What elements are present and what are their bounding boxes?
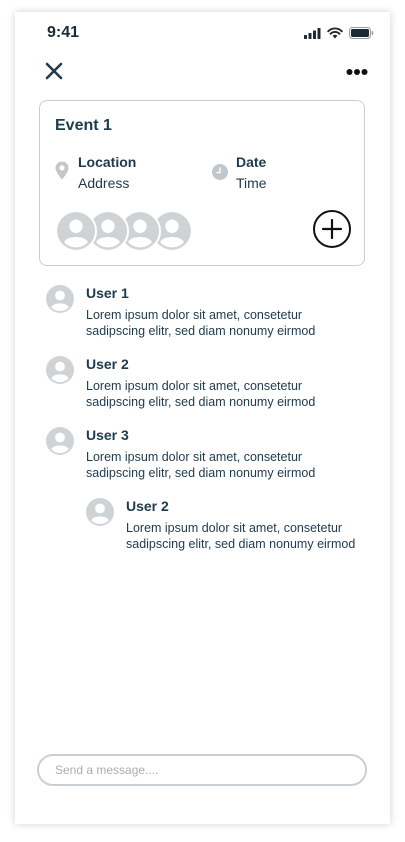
comment-text: Lorem ipsum dolor sit amet, consetetur s… [86, 450, 316, 480]
attendee-avatars[interactable] [55, 210, 195, 252]
status-bar: 9:41 [15, 12, 390, 56]
location-label: Location [78, 154, 137, 170]
attendee-avatar [55, 210, 97, 252]
message-input[interactable] [37, 754, 367, 786]
battery-icon [349, 27, 374, 39]
comment-item[interactable]: User 1 Lorem ipsum dolor sit amet, conset… [46, 285, 346, 345]
user-avatar-icon [46, 356, 74, 384]
reply-item[interactable]: User 2 Lorem ipsum dolor sit amet, conset… [86, 498, 386, 558]
status-time: 9:41 [47, 24, 80, 41]
date-value: Time [236, 175, 267, 191]
clock-icon [212, 164, 228, 180]
user-avatar-icon [86, 498, 114, 526]
phone-screen: 9:41 Event 1 Location Address Date Time … [15, 12, 390, 824]
more-icon[interactable] [346, 68, 368, 76]
signal-icon [304, 27, 321, 39]
location-value: Address [78, 175, 130, 191]
comment-item[interactable]: User 2 Lorem ipsum dolor sit amet, conset… [46, 356, 346, 416]
close-icon[interactable] [45, 62, 63, 80]
status-icons [304, 27, 374, 39]
comment-text: Lorem ipsum dolor sit amet, consetetur s… [86, 379, 316, 409]
comment-username: User 1 [86, 285, 129, 301]
date-label: Date [236, 154, 267, 170]
comment-username: User 3 [86, 427, 129, 443]
user-avatar-icon [46, 285, 74, 313]
map-pin-icon [55, 161, 69, 180]
comment-text: Lorem ipsum dolor sit amet, consetetur s… [86, 308, 316, 338]
event-title: Event 1 [55, 117, 112, 134]
comment-item[interactable]: User 3 Lorem ipsum dolor sit amet, conset… [46, 427, 346, 487]
wifi-icon [327, 27, 343, 39]
comment-username: User 2 [86, 356, 129, 372]
comment-text: Lorem ipsum dolor sit amet, consetetur s… [126, 521, 356, 551]
add-attendee-button[interactable] [313, 210, 351, 248]
comment-username: User 2 [126, 498, 169, 514]
user-avatar-icon [46, 427, 74, 455]
event-card[interactable]: Event 1 Location Address Date Time [39, 100, 365, 266]
